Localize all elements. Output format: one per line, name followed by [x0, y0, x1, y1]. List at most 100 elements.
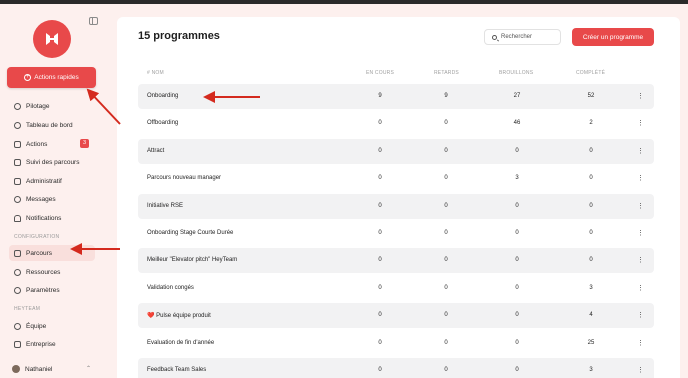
row-name: ❤️ Pulse équipe produit [147, 313, 211, 320]
nav-item-tableau-de-bord[interactable]: Tableau de bord [9, 117, 95, 133]
nav-label: Parcours [26, 249, 53, 257]
table-row[interactable]: Attract 0 0 0 0 ⋮ [138, 138, 654, 164]
kebab-menu-icon[interactable]: ⋮ [637, 230, 644, 237]
table-row[interactable]: Onboarding Stage Courte Durée 0 0 0 0 ⋮ [138, 221, 654, 246]
row-brouillons: 0 [515, 367, 519, 373]
table-row[interactable]: Parcours nouveau manager 0 0 3 0 ⋮ [138, 166, 654, 191]
column-header-en-cours[interactable]: EN COURS [366, 70, 394, 76]
kebab-menu-icon[interactable]: ⋮ [637, 312, 644, 319]
table-row[interactable]: Validation congés 0 0 0 3 ⋮ [138, 276, 654, 301]
kebab-menu-icon[interactable]: ⋮ [637, 120, 644, 127]
table-row[interactable]: Evaluation de fin d'année 0 0 0 25 ⋮ [138, 331, 654, 356]
column-header-retards[interactable]: RETARDS [434, 70, 459, 76]
actions-count-badge: 3 [80, 139, 89, 148]
row-complete: 3 [589, 284, 593, 291]
row-complete: 52 [587, 93, 595, 99]
row-brouillons: 0 [515, 312, 519, 319]
nav-item-messages[interactable]: Messages [9, 191, 95, 207]
row-complete: 0 [589, 175, 593, 182]
row-name: Validation congés [147, 284, 194, 291]
nav-label: Actions [26, 140, 48, 148]
dashboard-icon [14, 121, 21, 129]
kebab-menu-icon[interactable]: ⋮ [637, 257, 644, 264]
search-placeholder: Rechercher [501, 34, 533, 40]
plus-circle-icon: + [24, 74, 32, 81]
nav-label: Suivi des parcours [26, 158, 80, 166]
row-en-cours: 0 [378, 339, 382, 346]
search-input[interactable]: Rechercher [484, 29, 561, 45]
column-header-complete[interactable]: COMPLÉTÉ [576, 70, 605, 76]
table-row[interactable]: Feedback Team Sales 0 0 0 3 ⋮ [138, 358, 654, 378]
section-label-configuration: CONFIGURATION [14, 234, 60, 240]
table-row[interactable]: Offboarding 0 0 46 2 ⋮ [138, 111, 654, 136]
kebab-menu-icon[interactable]: ⋮ [637, 148, 644, 155]
row-en-cours: 0 [378, 312, 382, 319]
table-row[interactable]: Initiative RSE 0 0 0 0 ⋮ [138, 193, 654, 219]
nav-item-ressources[interactable]: Ressources [9, 264, 95, 280]
sidebar-collapse-icon[interactable] [89, 17, 98, 25]
bell-icon [14, 214, 21, 222]
person-icon [14, 322, 21, 330]
programmes-panel: 15 programmes Rechercher Créer un progra… [117, 17, 680, 378]
app-logo[interactable] [33, 20, 71, 58]
kebab-menu-icon[interactable]: ⋮ [637, 93, 644, 100]
heyteam-logo-icon [46, 33, 58, 45]
user-menu[interactable]: Nathaniel [12, 365, 52, 373]
nav-item-suivi-des-parcours[interactable]: Suivi des parcours [9, 154, 95, 170]
checklist-icon [14, 249, 21, 257]
row-brouillons: 0 [515, 284, 519, 291]
nav-label: Messages [26, 195, 56, 203]
row-brouillons: 0 [515, 230, 519, 236]
route-icon [14, 158, 21, 166]
nav-item-parametres[interactable]: Paramètres [9, 282, 95, 298]
table-row[interactable]: Onboarding 9 9 27 52 ⋮ [138, 84, 654, 109]
row-retards: 0 [444, 339, 448, 346]
column-header-brouillons[interactable]: BROUILLONS [499, 70, 533, 76]
kebab-menu-icon[interactable]: ⋮ [637, 285, 644, 292]
row-name: Initiative RSE [147, 202, 184, 209]
row-name: Parcours nouveau manager [147, 175, 222, 182]
row-brouillons: 3 [515, 175, 519, 182]
nav-item-pilotage[interactable]: Pilotage [9, 98, 95, 114]
row-retards: 0 [444, 202, 448, 209]
row-retards: 0 [444, 147, 448, 154]
search-icon [492, 34, 497, 40]
table-row[interactable]: Meilleur "Elevator pitch" HeyTeam 0 0 0 0 ⋮ [138, 248, 654, 274]
row-brouillons: 0 [515, 147, 519, 154]
nav-item-administratif[interactable]: Administratif [9, 173, 95, 189]
kebab-menu-icon[interactable]: ⋮ [637, 203, 644, 210]
kebab-menu-icon[interactable]: ⋮ [637, 175, 644, 182]
chevron-up-down-icon[interactable]: ⌃ [86, 365, 91, 372]
row-complete: 2 [589, 120, 593, 127]
row-complete: 0 [589, 230, 593, 236]
nav-item-parcours[interactable]: Parcours [9, 245, 95, 261]
nav-item-entreprise[interactable]: Entreprise [9, 336, 95, 352]
column-header-name[interactable]: # NOM [147, 70, 164, 76]
row-retards: 0 [444, 257, 448, 264]
row-complete: 25 [587, 339, 595, 346]
table-row[interactable]: ❤️ Pulse équipe produit 0 0 0 4 ⋮ [138, 303, 654, 329]
nav-label: Équipe [26, 322, 47, 330]
kebab-menu-icon[interactable]: ⋮ [637, 367, 644, 374]
row-en-cours: 0 [378, 147, 382, 154]
create-program-button[interactable]: Créer un programme [572, 28, 654, 46]
row-en-cours: 0 [378, 257, 382, 264]
row-brouillons: 0 [515, 257, 519, 264]
kebab-menu-icon[interactable]: ⋮ [637, 340, 644, 347]
avatar [12, 365, 20, 373]
table-header: # NOM EN COURS RETARDS BROUILLONS COMPLÉ… [138, 70, 654, 80]
row-complete: 0 [589, 202, 593, 209]
row-name: Attract [147, 147, 165, 154]
nav-item-equipe[interactable]: Équipe [9, 318, 95, 334]
row-en-cours: 9 [378, 93, 382, 99]
row-name: Onboarding [147, 93, 179, 99]
user-name: Nathaniel [25, 365, 53, 373]
row-en-cours: 0 [378, 202, 382, 209]
row-retards: 9 [444, 93, 448, 99]
quick-actions-button[interactable]: + Actions rapides [7, 67, 96, 88]
nav-item-notifications[interactable]: Notifications [9, 210, 95, 226]
building-icon [14, 340, 21, 348]
nav-label: Notifications [26, 214, 62, 222]
nav-item-actions[interactable]: Actions 3 [9, 136, 95, 152]
row-retards: 0 [444, 120, 448, 127]
